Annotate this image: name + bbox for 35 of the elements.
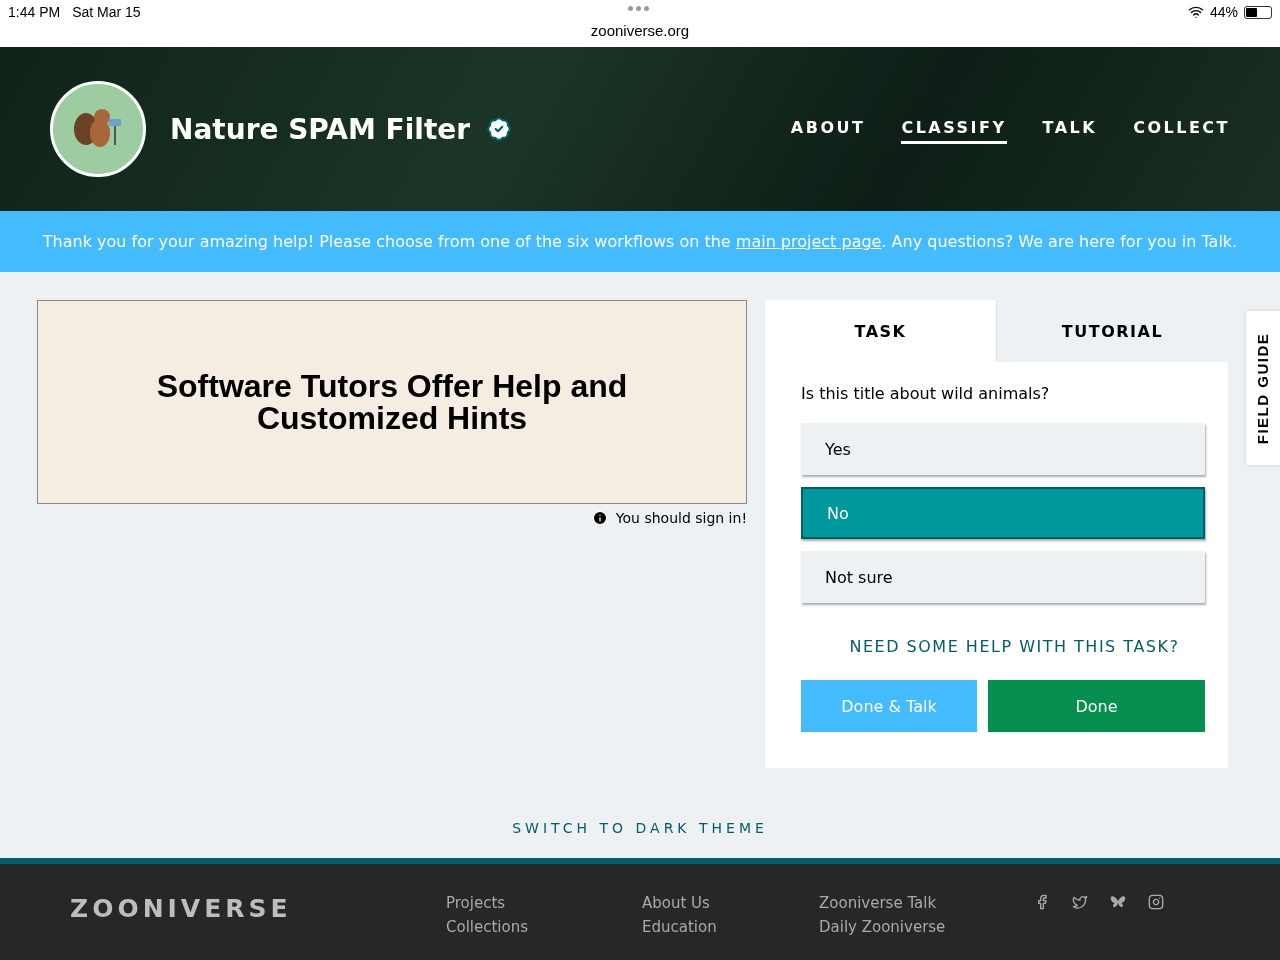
zooniverse-logo[interactable]: ZOONIVERSE [70,894,446,960]
done-button[interactable]: Done [988,680,1205,732]
answer-option[interactable]: Not sure [801,551,1205,603]
subject-text: Software Tutors Offer Help and Customized Hints [155,370,629,434]
time-text: 1:44 PM [8,4,61,20]
url-text: zooniverse.org [589,22,691,39]
instagram-icon[interactable] [1148,894,1164,910]
project-title: Nature SPAM Filter [170,112,471,146]
answer-option[interactable]: Yes [801,423,1205,475]
wifi-icon [1187,4,1204,20]
battery-text: 44% [1209,4,1238,20]
nav-link[interactable]: COLLECT [1133,114,1230,144]
date-text: Sat Mar 15 [72,4,141,20]
announcement-banner: Thank you for your amazing help! Please choose from one of the six workflows on the main project page. Any questions? We are here for you in Talk. [0,211,1280,272]
footer-link[interactable]: Projects [446,894,642,912]
nav-link[interactable]: TALK [1042,114,1098,144]
info-icon [591,510,608,526]
twitter-icon[interactable] [1072,894,1088,910]
footer-link[interactable]: Education [642,918,819,936]
field-guide-tab[interactable]: FIELD GUIDE [1246,311,1280,465]
panel-tab[interactable]: TUTORIAL [996,300,1228,362]
answer-option[interactable]: No [801,487,1205,539]
more-icon[interactable] [628,6,649,11]
footer-link[interactable]: About Us [642,894,819,912]
theme-switch-link[interactable]: SWITCH TO DARK THEME [0,820,1280,836]
footer-link[interactable]: Zooniverse Talk [819,894,946,912]
footer-link[interactable]: Collections [446,918,642,936]
nav-link[interactable]: ABOUT [790,114,866,144]
battery-icon [1244,5,1272,19]
nav-link[interactable]: CLASSIFY [901,114,1007,144]
sign-in-note: You should sign in! [615,510,747,526]
footer-link[interactable]: Daily Zooniverse [819,918,946,936]
help-link[interactable]: NEED SOME HELP WITH THIS TASK? [801,637,1228,656]
butterfly-icon[interactable] [1110,894,1126,910]
question-text: Is this title about wild animals? [801,384,1051,403]
